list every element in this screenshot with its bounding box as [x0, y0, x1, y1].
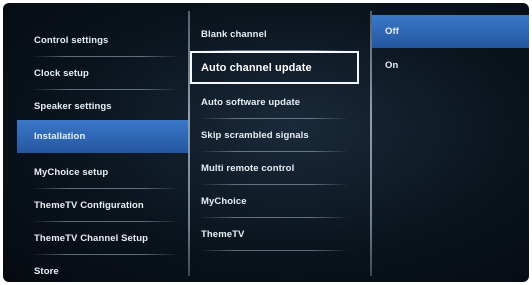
submenu-item-auto-software-update[interactable]: Auto software update: [189, 86, 371, 119]
menu-item-clock-setup[interactable]: Clock setup: [3, 57, 189, 90]
submenu-item-label: Skip scrambled signals: [201, 130, 309, 141]
menu-item-themetv-channel-setup[interactable]: ThemeTV Channel Setup: [3, 222, 189, 255]
menu-item-label: Store: [34, 266, 59, 277]
submenu-item-label: MyChoice: [201, 196, 247, 207]
menu-item-label: ThemeTV Configuration: [34, 200, 144, 211]
submenu-item-mychoice[interactable]: MyChoice: [189, 185, 371, 218]
submenu-item-multi-remote-control[interactable]: Multi remote control: [189, 152, 371, 185]
option-label: Off: [385, 26, 400, 37]
submenu-item-label: Multi remote control: [201, 163, 295, 174]
menu-item-mychoice-setup[interactable]: MyChoice setup: [3, 156, 189, 189]
submenu-item-label: ThemeTV: [201, 229, 245, 240]
option-on[interactable]: On: [371, 49, 529, 82]
settings-category-menu: Control settings Clock setup Speaker set…: [3, 3, 189, 282]
submenu-item-themetv[interactable]: ThemeTV: [189, 218, 371, 251]
submenu-item-label: Auto channel update: [201, 61, 312, 74]
menu-item-store[interactable]: Store: [3, 255, 189, 282]
tv-settings-screen: Control settings Clock setup Speaker set…: [3, 3, 529, 282]
submenu-item-skip-scrambled-signals[interactable]: Skip scrambled signals: [189, 119, 371, 152]
menu-item-speaker-settings[interactable]: Speaker settings: [3, 90, 189, 123]
installation-submenu: Blank channel Auto channel update Auto s…: [189, 3, 371, 282]
submenu-item-label: Blank channel: [201, 29, 267, 40]
divider: [199, 250, 349, 251]
menu-item-label: Control settings: [34, 35, 109, 46]
menu-item-label: Clock setup: [34, 68, 89, 79]
option-off[interactable]: Off: [372, 15, 529, 48]
menu-item-label: Installation: [34, 131, 86, 142]
option-label: On: [385, 60, 399, 71]
menu-item-label: Speaker settings: [34, 101, 112, 112]
submenu-item-label: Auto software update: [201, 97, 301, 108]
submenu-item-auto-channel-update[interactable]: Auto channel update: [190, 51, 359, 84]
menu-item-themetv-configuration[interactable]: ThemeTV Configuration: [3, 189, 189, 222]
menu-item-label: ThemeTV Channel Setup: [34, 233, 149, 244]
menu-item-label: MyChoice setup: [34, 167, 109, 178]
menu-item-installation[interactable]: Installation: [17, 120, 188, 153]
menu-item-control-settings[interactable]: Control settings: [3, 24, 189, 57]
submenu-item-blank-channel[interactable]: Blank channel: [189, 18, 371, 51]
option-list: Off On: [371, 3, 529, 282]
